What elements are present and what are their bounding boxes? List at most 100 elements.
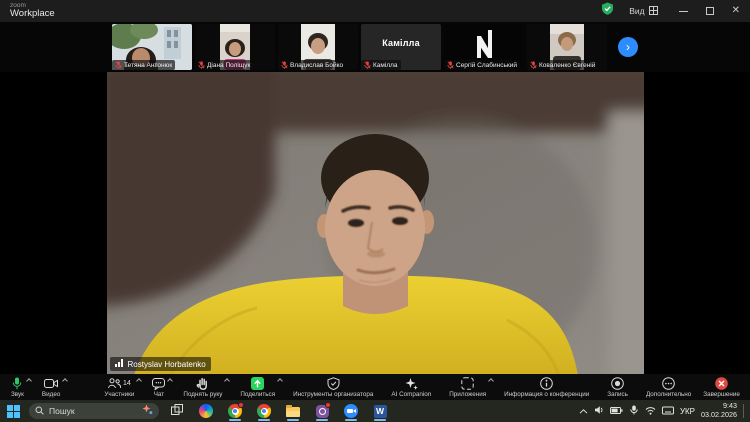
host-tools-button[interactable]: Инструменты организатора [288,374,380,400]
apps-icon [461,377,474,390]
mic-muted-icon [364,61,371,69]
participants-button[interactable]: 14 Участники [99,374,143,400]
participants-icon [108,377,121,390]
mic-muted-icon [281,61,288,69]
end-call-icon [715,377,728,390]
speaker-icon[interactable] [594,402,604,420]
date: 03.02.2026 [701,410,737,419]
chevron-up-icon[interactable] [26,378,32,384]
search-input[interactable]: Пошук [29,403,159,419]
view-label: Вид [629,6,645,16]
participant-thumbnail[interactable]: Діана Поліщук [195,24,275,70]
mute-button[interactable]: Звук [6,374,32,400]
ai-companion-button[interactable]: AI Companion [386,374,438,400]
participant-thumbnail[interactable]: Сергій Слабинський [444,24,524,70]
microphone-icon [12,377,22,390]
battery-icon[interactable] [609,402,623,420]
meeting-info-button[interactable]: Информация о конференции [499,374,596,400]
notification-badge [238,402,244,408]
participant-thumbnail[interactable]: Владислав Бойко [278,24,358,70]
zoom-app-icon [344,404,358,418]
raise-hand-button[interactable]: Поднять руку [178,374,231,400]
copilot-icon [199,404,213,418]
participant-name: Владислав Бойко [290,61,344,69]
audio-level-bars-icon [114,359,124,369]
participant-name-tag: Діана Поліщук [195,60,254,70]
participant-name-tag: Сергій Слабинський [444,60,520,70]
security-shield-icon[interactable] [601,2,614,20]
zoom-meeting-window: zoom Workplace Вид ✕ Тетяна Антонюк Діан… [0,0,750,422]
chevron-right-icon: › [626,40,630,54]
participant-thumbnail[interactable]: Тетяна Антонюк [112,24,192,70]
start-button[interactable] [4,400,22,422]
viber-button[interactable] [311,400,333,422]
participant-thumbnail[interactable]: Камілла Камілла [361,24,441,70]
raise-hand-icon [196,377,209,390]
chevron-up-icon[interactable] [62,378,69,384]
participant-thumbnail[interactable]: Коваленко Євгеній [527,24,607,70]
main-speaker-video: Rostyslav Horbatenko [96,60,657,383]
video-button[interactable]: Видео [37,374,69,400]
chrome-button[interactable] [224,400,246,422]
word-button[interactable]: W [369,400,391,422]
search-placeholder: Пошук [49,406,75,416]
participant-filmstrip: Тетяна Антонюк Діана Поліщук Владислав Б… [0,22,750,72]
file-explorer-button[interactable] [282,400,304,422]
chat-bubble-icon [152,377,166,390]
wifi-icon[interactable] [645,402,656,420]
grid-view-icon [648,5,658,17]
chevron-up-icon[interactable] [488,378,494,384]
participant-name: Тетяна Антонюк [124,61,173,69]
chevron-up-icon[interactable] [224,378,231,384]
system-tray: УКР 9:43 03.02.2026 [579,402,746,420]
task-view-icon [171,402,183,420]
show-desktop-button[interactable] [743,404,746,418]
chevron-up-icon[interactable] [167,378,174,384]
mic-muted-icon [198,61,205,69]
participant-display-name: Камілла [382,38,420,48]
next-page-button[interactable]: › [618,37,638,57]
tray-microphone-icon[interactable] [629,402,639,420]
mic-muted-icon [115,61,122,69]
keyboard-icon[interactable] [661,402,674,420]
end-meeting-button[interactable]: Завершение [698,374,747,400]
chat-button[interactable]: Чат [147,374,174,400]
zoom-app-button[interactable] [340,400,362,422]
participant-name: Діана Поліщук [207,61,251,69]
task-view-button[interactable] [166,400,188,422]
participant-name: Сергій Слабинський [456,61,517,69]
record-icon [611,377,624,390]
chrome-profile-icon [257,404,271,418]
search-icon [35,402,44,420]
main-stage: Rostyslav Horbatenko [0,60,750,383]
share-screen-button[interactable]: Поделиться [235,374,283,400]
copilot-button[interactable] [195,400,217,422]
chrome-profile-button[interactable] [253,400,275,422]
app-title-name: Workplace [10,8,55,20]
clock[interactable]: 9:43 03.02.2026 [701,402,737,419]
chevron-up-icon[interactable] [277,378,283,384]
maximize-icon[interactable] [705,7,714,15]
minimize-icon[interactable] [678,10,688,12]
share-screen-icon [251,377,265,390]
windows-taskbar: Пошук W УКР 9:43 03.02.2026 [0,400,750,422]
view-button[interactable]: Вид [629,5,658,17]
participant-name: Камілла [373,61,398,69]
more-button[interactable]: Дополнительно [641,374,698,400]
participant-name-tag: Владислав Бойко [278,60,347,70]
speaker-name-tag: Rostyslav Horbatenko [109,357,211,371]
title-bar: zoom Workplace Вид ✕ [0,0,750,22]
chevron-up-icon[interactable] [136,378,143,384]
participant-name-tag: Тетяна Антонюк [112,60,176,70]
speaker-name: Rostyslav Horbatenko [127,359,206,369]
tray-chevron-up-icon[interactable] [579,402,588,420]
more-icon [662,377,675,390]
apps-button[interactable]: Приложения [444,374,494,400]
record-button[interactable]: Запись [602,374,635,400]
sparkle-icon [405,377,418,390]
close-icon[interactable]: ✕ [732,6,740,16]
language-indicator[interactable]: УКР [680,407,695,416]
camera-icon [44,377,59,390]
mic-muted-icon [530,61,537,69]
mic-muted-icon [447,61,454,69]
